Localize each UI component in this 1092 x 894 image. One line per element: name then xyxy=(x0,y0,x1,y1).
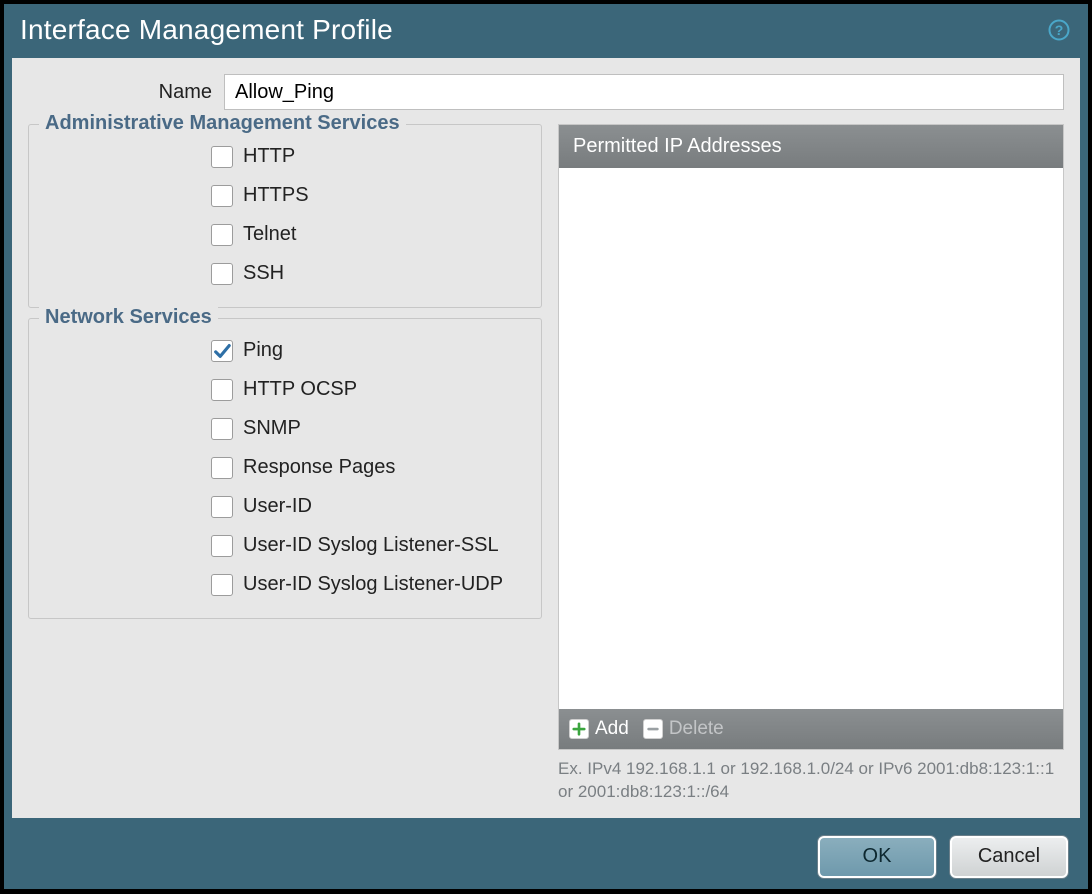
network-service-label: Response Pages xyxy=(243,456,395,479)
admin-services-fieldset: Administrative Management Services HTTPH… xyxy=(28,124,542,308)
left-column: Administrative Management Services HTTPH… xyxy=(28,124,542,804)
network-service-label: SNMP xyxy=(243,417,301,440)
network-service-checkbox-response-pages[interactable] xyxy=(211,457,233,479)
network-service-row: SNMP xyxy=(39,409,531,448)
help-icon[interactable]: ? xyxy=(1048,19,1070,41)
admin-service-label: HTTP xyxy=(243,145,295,168)
plus-icon xyxy=(569,719,589,739)
button-bar: OK Cancel xyxy=(4,826,1088,894)
admin-service-row: Telnet xyxy=(39,215,531,254)
title-bar: Interface Management Profile ? xyxy=(4,4,1088,58)
network-service-label: Ping xyxy=(243,339,283,362)
right-column: Permitted IP Addresses Add xyxy=(558,124,1064,804)
dialog-title: Interface Management Profile xyxy=(20,14,393,46)
permitted-ip-list[interactable] xyxy=(559,168,1063,709)
admin-service-checkbox-http[interactable] xyxy=(211,146,233,168)
network-service-row: Ping xyxy=(39,331,531,370)
network-service-row: HTTP OCSP xyxy=(39,370,531,409)
network-service-label: User-ID Syslog Listener-SSL xyxy=(243,534,499,557)
admin-services-legend: Administrative Management Services xyxy=(39,112,406,135)
permitted-ip-panel: Permitted IP Addresses Add xyxy=(558,124,1064,750)
admin-service-label: Telnet xyxy=(243,223,296,246)
network-service-checkbox-ping[interactable] xyxy=(211,340,233,362)
dialog-window: Interface Management Profile ? Name Admi… xyxy=(4,4,1088,889)
ip-hint: Ex. IPv4 192.168.1.1 or 192.168.1.0/24 o… xyxy=(558,758,1064,804)
permitted-ip-toolbar: Add Delete xyxy=(559,709,1063,749)
name-input[interactable] xyxy=(224,74,1064,110)
network-service-label: User-ID Syslog Listener-UDP xyxy=(243,573,503,596)
admin-service-label: SSH xyxy=(243,262,284,285)
admin-service-row: SSH xyxy=(39,254,531,293)
minus-icon xyxy=(643,719,663,739)
network-service-checkbox-user-id-syslog-listener-ssl[interactable] xyxy=(211,535,233,557)
admin-service-label: HTTPS xyxy=(243,184,309,207)
network-service-row: User-ID xyxy=(39,487,531,526)
network-service-checkbox-user-id[interactable] xyxy=(211,496,233,518)
columns: Administrative Management Services HTTPH… xyxy=(28,124,1064,804)
admin-service-checkbox-telnet[interactable] xyxy=(211,224,233,246)
network-service-checkbox-snmp[interactable] xyxy=(211,418,233,440)
delete-label: Delete xyxy=(669,718,724,740)
name-row: Name xyxy=(28,74,1064,110)
permitted-ip-header: Permitted IP Addresses xyxy=(559,125,1063,168)
network-services-legend: Network Services xyxy=(39,306,218,329)
admin-service-row: HTTP xyxy=(39,137,531,176)
add-button[interactable]: Add xyxy=(569,718,629,740)
network-services-fieldset: Network Services PingHTTP OCSPSNMPRespon… xyxy=(28,318,542,619)
name-label: Name xyxy=(28,81,224,104)
network-service-label: HTTP OCSP xyxy=(243,378,357,401)
network-service-checkbox-user-id-syslog-listener-udp[interactable] xyxy=(211,574,233,596)
delete-button: Delete xyxy=(643,718,724,740)
add-label: Add xyxy=(595,718,629,740)
dialog-content: Name Administrative Management Services … xyxy=(12,58,1080,818)
ok-button[interactable]: OK xyxy=(818,836,936,878)
svg-text:?: ? xyxy=(1055,22,1064,38)
network-service-row: Response Pages xyxy=(39,448,531,487)
network-service-row: User-ID Syslog Listener-SSL xyxy=(39,526,531,565)
admin-service-row: HTTPS xyxy=(39,176,531,215)
admin-service-checkbox-ssh[interactable] xyxy=(211,263,233,285)
admin-service-checkbox-https[interactable] xyxy=(211,185,233,207)
network-service-label: User-ID xyxy=(243,495,312,518)
cancel-button[interactable]: Cancel xyxy=(950,836,1068,878)
network-service-row: User-ID Syslog Listener-UDP xyxy=(39,565,531,604)
network-service-checkbox-http-ocsp[interactable] xyxy=(211,379,233,401)
